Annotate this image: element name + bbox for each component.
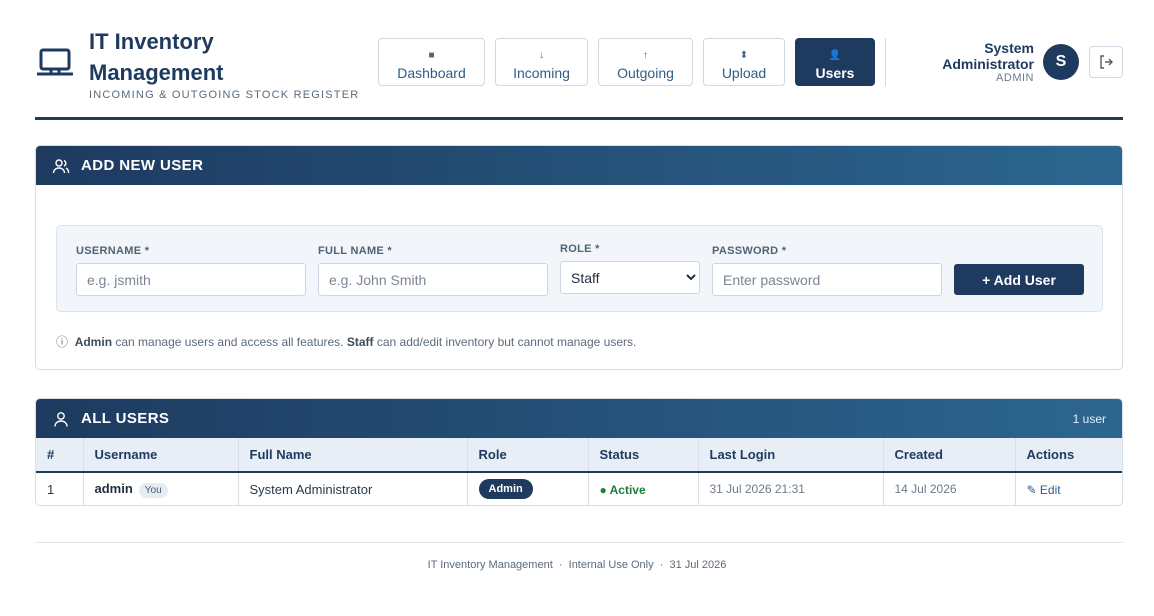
username-label: USERNAME * <box>76 245 150 257</box>
app-subtitle: INCOMING & OUTGOING STOCK REGISTER <box>89 89 360 101</box>
role-info-note: ⓘ Admin can manage users and access all … <box>56 333 636 350</box>
row-actions-cell: ✎ Edit <box>1015 472 1122 505</box>
logout-icon <box>1100 55 1113 69</box>
col-username[interactable]: Username <box>83 438 239 473</box>
logout-button[interactable] <box>1089 46 1123 78</box>
add-user-header: ADD NEW USER <box>36 146 1122 185</box>
fullname-input[interactable] <box>318 263 548 296</box>
row-username: admin <box>94 480 133 496</box>
nav-upload-button[interactable]: ⬍ Upload <box>703 38 785 86</box>
col-last-login[interactable]: Last Login <box>698 438 884 473</box>
info-staff-text: can add/edit inventory but cannot manage… <box>373 335 637 349</box>
col-created[interactable]: Created <box>883 438 1016 473</box>
user-info: System Administrator ADMIN S <box>893 38 1123 88</box>
row-created: 14 Jul 2026 <box>883 472 1016 505</box>
col-fullname[interactable]: Full Name <box>238 438 468 473</box>
add-user-title: ADD NEW USER <box>81 157 204 174</box>
row-last-login: 31 Jul 2026 21:31 <box>698 472 884 505</box>
add-user-form: USERNAME * FULL NAME * ROLE * Staff PASS… <box>56 225 1103 312</box>
user-name: System Administrator <box>942 40 1034 72</box>
table-row: 1 admin You System Administrator Admin ● … <box>36 472 1122 505</box>
user-role: ADMIN <box>996 72 1034 84</box>
app-header: IT Inventory Management INCOMING & OUTGO… <box>35 24 1123 120</box>
password-input[interactable] <box>712 263 942 296</box>
status-badge: ● Active <box>599 482 646 497</box>
nav-incoming-label: Incoming <box>513 65 570 81</box>
role-label: ROLE * <box>560 243 600 255</box>
info-icon: ⓘ <box>56 335 69 349</box>
add-user-panel: ADD NEW USER USERNAME * FULL NAME * ROLE… <box>35 145 1123 370</box>
row-fullname: System Administrator <box>238 472 468 505</box>
edit-user-link[interactable]: ✎ Edit <box>1027 483 1061 497</box>
arrow-up-icon: ↑ <box>643 50 648 61</box>
user-icon <box>54 411 68 427</box>
laptop-icon <box>37 48 73 76</box>
footer-divider <box>35 542 1123 543</box>
row-number: 1 <box>36 472 84 505</box>
col-number[interactable]: # <box>36 438 84 473</box>
main-nav: ■ Dashboard ↓ Incoming ↑ Outgoing ⬍ Uplo… <box>378 38 875 86</box>
nav-incoming-button[interactable]: ↓ Incoming <box>495 38 588 86</box>
dashboard-icon: ■ <box>428 50 435 61</box>
table-header-row: # Username Full Name Role Status Last Lo… <box>36 438 1122 473</box>
all-users-header: ALL USERS 1 user <box>36 399 1122 438</box>
footer: IT Inventory Management · Internal Use O… <box>427 559 727 571</box>
header-divider <box>885 38 886 86</box>
row-role-cell: Admin <box>467 472 589 505</box>
info-admin-term: Admin <box>74 335 113 349</box>
nav-users-button[interactable]: 👤 Users <box>795 38 875 86</box>
user-icon: 👤 <box>828 50 842 61</box>
fullname-label: FULL NAME * <box>318 245 392 257</box>
role-badge: Admin <box>478 479 533 499</box>
all-users-panel: ALL USERS 1 user # Username Full Name Ro… <box>35 398 1123 506</box>
avatar[interactable]: S <box>1043 44 1079 80</box>
col-role[interactable]: Role <box>467 438 589 473</box>
row-username-cell: admin You <box>83 472 239 505</box>
nav-dashboard-button[interactable]: ■ Dashboard <box>378 38 485 86</box>
app-title: IT Inventory Management <box>89 29 224 85</box>
nav-users-label: Users <box>815 65 855 81</box>
info-admin-text: can manage users and access all features… <box>112 335 347 349</box>
nav-outgoing-label: Outgoing <box>617 65 674 81</box>
upload-icon: ⬍ <box>739 50 749 61</box>
users-table: # Username Full Name Role Status Last Lo… <box>36 438 1122 505</box>
password-label: PASSWORD * <box>712 245 787 257</box>
row-status-cell: ● Active <box>588 472 699 505</box>
add-user-button[interactable]: + Add User <box>954 264 1084 295</box>
nav-upload-label: Upload <box>721 65 767 81</box>
arrow-down-icon: ↓ <box>539 50 544 61</box>
username-input[interactable] <box>76 263 306 296</box>
all-users-title: ALL USERS <box>81 410 170 427</box>
col-status[interactable]: Status <box>588 438 699 473</box>
col-actions: Actions <box>1015 438 1122 473</box>
user-count: 1 user <box>1072 412 1106 426</box>
nav-outgoing-button[interactable]: ↑ Outgoing <box>598 38 693 86</box>
nav-dashboard-label: Dashboard <box>397 65 466 81</box>
info-staff-term: Staff <box>346 335 374 349</box>
you-badge: You <box>138 482 168 498</box>
users-icon <box>52 158 70 173</box>
role-select[interactable]: Staff <box>560 261 700 294</box>
